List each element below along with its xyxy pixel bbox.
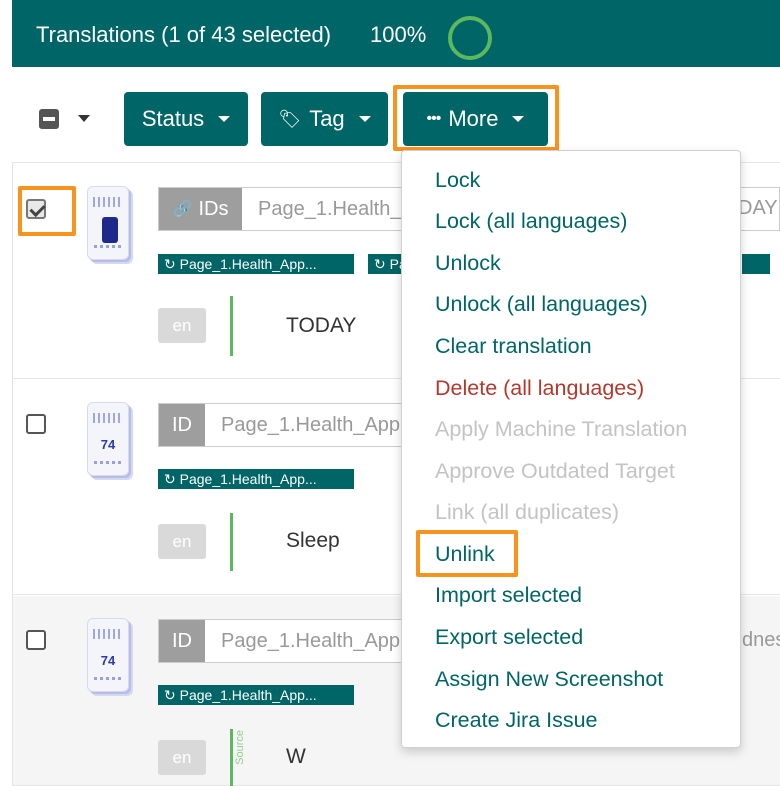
- more-button-highlight: [393, 85, 559, 151]
- key-id-overflow: dnes: [742, 629, 780, 651]
- language-badge: en: [158, 524, 206, 559]
- menu-item-link-all-duplicates: Link (all duplicates): [435, 500, 620, 524]
- progress-ring-icon: [448, 16, 492, 60]
- menu-item-create-jira-issue[interactable]: Create Jira Issue: [435, 708, 598, 733]
- status-button-label: Status: [141, 106, 205, 131]
- source-text[interactable]: TODAY: [286, 314, 356, 338]
- sync-icon: ↻: [164, 686, 180, 703]
- menu-item-export-selected[interactable]: Export selected: [435, 625, 583, 650]
- language-badge: en: [158, 308, 206, 343]
- menu-item-assign-new-screenshot[interactable]: Assign New Screenshot: [435, 667, 663, 692]
- source-text[interactable]: Sleep: [286, 529, 340, 553]
- key-id-value: Page_1.Health_App: [221, 629, 401, 652]
- menu-item-import-selected[interactable]: Import selected: [435, 583, 582, 608]
- screenshot-thumbnail[interactable]: 74: [87, 618, 129, 692]
- sync-icon: ↻: [374, 255, 390, 272]
- unlink-highlight: [416, 530, 518, 577]
- menu-item-delete-all[interactable]: Delete (all languages): [435, 376, 644, 401]
- menu-item-approve-outdated-target: Approve Outdated Target: [435, 459, 675, 483]
- row-checkbox[interactable]: [26, 414, 46, 434]
- key-id-value: Page_1.Health_: [258, 197, 402, 220]
- sync-icon: ↻: [164, 470, 180, 487]
- source-indicator: [230, 296, 233, 356]
- source-text[interactable]: W: [286, 745, 306, 769]
- menu-item-lock[interactable]: Lock: [435, 168, 480, 193]
- source-indicator: [230, 513, 233, 571]
- key-id-value: Page_1.Health_App: [221, 413, 401, 436]
- key-id-field[interactable]: ID Page_1.Health_App: [158, 619, 402, 663]
- more-dropdown-menu: Lock Lock (all languages) Unlock Unlock …: [401, 150, 741, 748]
- chevron-down-icon: [358, 116, 371, 122]
- key-id-overflow: DAY: [738, 197, 778, 219]
- select-all-checkbox[interactable]: [39, 109, 59, 129]
- panel-header: Translations (1 of 43 selected) 100%: [12, 0, 780, 67]
- tag-button[interactable]: 🏷 Tag: [261, 92, 388, 146]
- menu-item-unlock-all[interactable]: Unlock (all languages): [435, 292, 648, 317]
- source-label: Source: [234, 730, 246, 765]
- link-icon: 🔗: [172, 201, 193, 218]
- menu-item-apply-machine-translation: Apply Machine Translation: [435, 417, 688, 441]
- id-label: ID: [159, 620, 205, 662]
- linked-tag[interactable]: ↻ Page_1.Health_App...: [158, 469, 354, 489]
- sync-icon: ↻: [164, 255, 180, 272]
- chevron-down-icon: [218, 116, 231, 122]
- linked-tag[interactable]: ↻ Pa: [368, 254, 404, 274]
- thumbnail-number: 74: [100, 437, 116, 452]
- panel-title: Translations (1 of 43 selected): [36, 22, 332, 47]
- tag-icon: 🏷: [278, 108, 302, 129]
- menu-item-unlock[interactable]: Unlock: [435, 251, 501, 276]
- source-indicator: [230, 729, 233, 786]
- linked-tag-overflow: [742, 254, 770, 274]
- status-button[interactable]: Status: [124, 92, 248, 146]
- screenshot-thumbnail[interactable]: 74: [87, 402, 129, 476]
- menu-item-lock-all[interactable]: Lock (all languages): [435, 209, 627, 234]
- progress-percent: 100%: [370, 22, 427, 47]
- select-dropdown-caret-icon[interactable]: [78, 115, 90, 122]
- ids-label: 🔗 IDs: [159, 188, 242, 230]
- linked-tag[interactable]: ↻ Page_1.Health_App...: [158, 685, 354, 705]
- checkbox-highlight: [18, 186, 76, 236]
- key-id-field[interactable]: ID Page_1.Health_App: [158, 403, 402, 447]
- language-badge: en: [158, 740, 206, 775]
- menu-item-clear-translation[interactable]: Clear translation: [435, 334, 592, 359]
- screenshot-thumbnail[interactable]: [87, 186, 129, 260]
- linked-tag[interactable]: ↻ Page_1.Health_App...: [158, 254, 354, 274]
- tag-button-label: Tag: [309, 106, 345, 131]
- id-label: ID: [159, 404, 205, 446]
- thumbnail-number: 74: [100, 653, 116, 668]
- row-checkbox[interactable]: [26, 630, 46, 650]
